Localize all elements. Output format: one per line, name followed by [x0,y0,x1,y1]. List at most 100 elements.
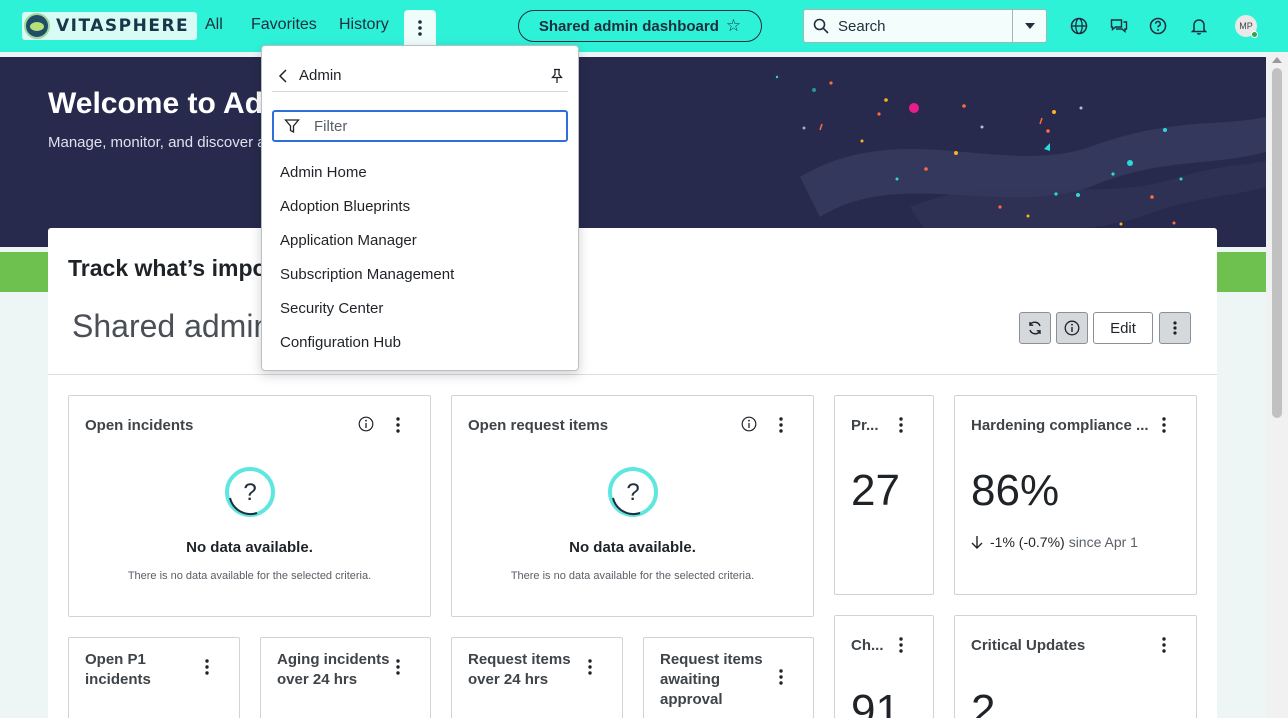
widget-title-line: incidents [85,671,151,688]
refresh-button[interactable] [1019,312,1051,344]
menu-item-adoption-blueprints[interactable]: Adoption Blueprints [280,198,410,215]
widget-title: Open incidents [85,417,194,434]
widget-ch: Ch... 91 [834,615,934,718]
widget-title: Hardening compliance ... [971,417,1149,434]
menu-item-security-center[interactable]: Security Center [280,300,383,317]
menu-item-application-manager[interactable]: Application Manager [280,232,417,249]
top-navigation-bar: VITASPHERE All Favorites History Shared … [0,0,1288,52]
widget-title: Critical Updates [971,637,1086,654]
widget-title-line: Aging incidents [277,651,390,668]
menu-item-admin-home[interactable]: Admin Home [280,164,367,181]
brand-name: VITASPHERE [56,16,190,36]
bell-icon[interactable] [1189,16,1209,36]
globe-logo-icon [24,13,50,39]
refresh-icon [1029,321,1041,335]
widget-menu-icon[interactable] [390,658,406,676]
no-data-heading: No data available. [186,539,313,556]
page-scrollbar[interactable] [1266,52,1288,718]
widget-title-line: Request items [660,651,763,668]
widget-menu-icon[interactable] [1156,416,1172,434]
metric-value: 2 [971,686,996,718]
search-input[interactable]: Search [838,18,1012,35]
widget-title: Open request items [468,417,609,434]
star-icon[interactable]: ☆ [726,16,741,36]
caret-down-icon [1024,23,1035,29]
chat-icon[interactable] [1109,16,1129,36]
widget-open-p1-incidents: Open P1 incidents [68,637,240,718]
widget-menu-icon[interactable] [390,416,406,434]
widget-menu-icon[interactable] [773,416,789,434]
scrollbar-thumb[interactable] [1272,68,1282,418]
widget-open-request-items: Open request items ? No data available. … [451,395,814,617]
widget-menu-icon[interactable] [773,668,789,686]
search-icon [813,18,829,34]
edit-dashboard-button[interactable]: Edit [1093,312,1153,344]
widget-title-line: Open P1 [85,651,146,668]
welcome-banner: Welcome to Admin Manage, monitor, and di… [0,57,1266,247]
chevron-left-icon [278,68,287,83]
nav-all[interactable]: All [205,16,223,34]
widget-menu-icon[interactable] [199,658,215,676]
widget-menu-icon[interactable] [1156,636,1172,654]
globe-icon[interactable] [1069,16,1089,36]
metric-value: 86% [971,466,1060,515]
widget-title: Aging incidents over 24 hrs [277,650,390,690]
widget-title-line: awaiting [660,671,721,688]
widget-pr: Pr... 27 [834,395,934,595]
widget-critical-updates: Critical Updates 2 [954,615,1197,718]
widget-title: Ch... [851,637,884,654]
filter-input[interactable] [314,117,554,135]
filter-field[interactable] [272,110,568,142]
arrow-down-icon [971,536,983,549]
nav-favorites[interactable]: Favorites [251,16,317,34]
confetti-decoration [775,75,1266,237]
menu-header: Admin [272,60,568,92]
widget-title-line: approval [660,691,723,708]
context-pill-button[interactable]: Shared admin dashboard ☆ [518,10,762,42]
avatar-initials: MP [1239,21,1253,31]
user-avatar[interactable]: MP [1235,15,1258,38]
nav-more-button[interactable] [404,10,436,46]
context-pill-label: Shared admin dashboard [538,17,719,35]
help-icon[interactable] [1148,16,1168,36]
trend-value: -1% (-0.7%) [990,534,1065,550]
svg-text:?: ? [243,479,256,506]
back-button[interactable] [272,65,294,87]
online-status-indicator [1251,31,1258,38]
info-icon[interactable] [358,416,374,432]
nav-history[interactable]: History [339,16,389,34]
svg-text:?: ? [626,479,639,506]
widget-menu-icon[interactable] [893,636,909,654]
trend-period: since Apr 1 [1068,534,1138,550]
widget-title: Request items over 24 hrs [468,650,571,690]
scroll-up-arrow-icon[interactable] [1272,57,1282,63]
dashboard-more-button[interactable] [1159,312,1191,344]
widget-request-items-over-24: Request items over 24 hrs [451,637,623,718]
no-data-text: There is no data available for the selec… [510,570,755,582]
no-data-icon: ? [608,467,658,517]
widget-open-incidents: Open incidents ? No data available. Ther… [68,395,431,617]
menu-item-configuration-hub[interactable]: Configuration Hub [280,334,401,351]
info-icon [1064,320,1080,336]
admin-dropdown-menu: Admin Admin Home Adoption Blueprints App… [261,45,579,371]
vertical-ellipsis-icon [418,20,422,36]
brand-logo[interactable]: VITASPHERE [22,12,198,40]
search-scope-dropdown[interactable] [1012,10,1046,42]
panel-divider [48,374,1217,375]
vertical-ellipsis-icon [1173,321,1177,335]
metric-value: 27 [851,466,900,515]
dashboard-info-button[interactable] [1056,312,1088,344]
filter-icon [284,119,300,134]
no-data-icon: ? [225,467,275,517]
widget-hardening-compliance: Hardening compliance ... 86% -1% (-0.7%)… [954,395,1197,595]
pin-button[interactable] [546,65,568,87]
widget-title: Request items awaiting approval [660,650,763,710]
no-data-text: There is no data available for the selec… [127,570,372,582]
global-search[interactable]: Search [803,9,1047,43]
widget-menu-icon[interactable] [893,416,909,434]
info-icon[interactable] [741,416,757,432]
no-data-heading: No data available. [569,539,696,556]
menu-item-subscription-management[interactable]: Subscription Management [280,266,454,283]
widget-menu-icon[interactable] [582,658,598,676]
metric-trend: -1% (-0.7%) since Apr 1 [971,534,1138,550]
